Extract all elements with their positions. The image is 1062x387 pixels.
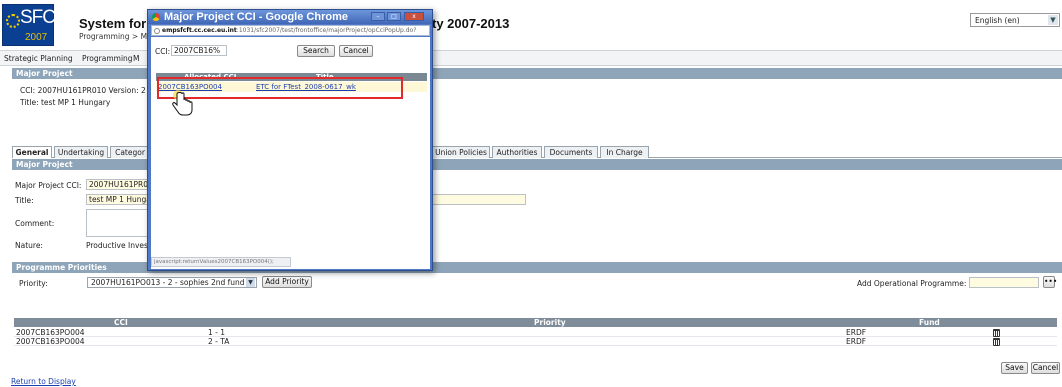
row-fund: ERDF <box>846 328 867 337</box>
priority-select[interactable]: 2007HU161PO013 - 2 - sophies 2nd fund ▼ <box>87 277 257 288</box>
column-header-cci: CCI <box>114 318 128 327</box>
logo-text: SFC <box>20 7 56 28</box>
row-cci: 2007CB163PO004 <box>16 328 85 337</box>
row-priority: 2 - TA <box>208 337 230 346</box>
title-field[interactable]: test MP 1 Hunga <box>86 194 150 205</box>
cancel-button[interactable]: Cancel <box>1031 362 1060 374</box>
language-value: English (en) <box>975 16 1020 25</box>
tab-in-charge[interactable]: In Charge <box>600 146 649 158</box>
priority-select-value: 2007HU161PO013 - 2 - sophies 2nd fund <box>91 278 245 287</box>
sfc-logo: SFC 2007 <box>2 4 56 46</box>
url-path: :1031/sfc2007/test/frontoffice/majorProj… <box>236 27 417 34</box>
eu-stars-icon <box>6 14 20 28</box>
tab-union-policies[interactable]: Union Policies <box>432 146 490 158</box>
popup-address-bar[interactable]: empsfcft.cc.cec.eu.int:1031/sfc2007/test… <box>151 25 430 36</box>
delete-icon[interactable] <box>993 329 1000 337</box>
project-cci-info: CCI: 2007HU161PR010 Version: 2 <box>20 86 146 95</box>
popup-titlebar[interactable]: Major Project CCI - Google Chrome – □ x <box>148 10 432 24</box>
menu-item-strategic-planning[interactable]: Strategic Planning <box>4 54 73 63</box>
table-row: 2007CB163PO004 1 - 1 ERDF <box>14 328 1057 337</box>
popup-body: CCI: 2007CB16% Search Cancel Allocated C… <box>151 37 430 269</box>
row-fund: ERDF <box>846 337 867 346</box>
table-row: 2007CB163PO004 2 - TA ERDF <box>14 337 1057 346</box>
table-header: CCI Priority Fund <box>14 318 1057 327</box>
title-label: Title: <box>15 196 34 205</box>
url-host: empsfcft.cc.cec.eu.int <box>162 27 237 34</box>
tab-documents[interactable]: Documents <box>544 146 598 158</box>
cci-label: Major Project CCI: <box>15 181 82 190</box>
add-priority-button[interactable]: Add Priority <box>262 276 312 288</box>
cci-popup-window: Major Project CCI - Google Chrome – □ x … <box>147 9 433 271</box>
lookup-ellipsis-button[interactable]: ••• <box>1043 276 1057 288</box>
menu-item-programming[interactable]: Programming <box>82 54 133 63</box>
maximize-icon[interactable]: □ <box>387 12 401 21</box>
popup-cancel-button[interactable]: Cancel <box>339 45 373 57</box>
nature-label: Nature: <box>15 241 43 250</box>
chevron-down-icon[interactable]: ▼ <box>246 278 255 287</box>
chevron-down-icon[interactable]: ▼ <box>1048 15 1058 25</box>
cci-field[interactable]: 2007HU161PR010 <box>86 179 150 190</box>
comment-textarea[interactable] <box>86 209 150 237</box>
close-icon[interactable]: x <box>404 12 424 21</box>
language-select[interactable]: English (en) ▼ <box>970 13 1060 27</box>
comment-label: Comment: <box>15 219 55 228</box>
return-to-display-link[interactable]: Return to Display <box>11 377 76 386</box>
popup-search-button[interactable]: Search <box>297 45 335 57</box>
tab-authorities[interactable]: Authorities <box>492 146 542 158</box>
tab-categories[interactable]: Categor <box>110 146 150 158</box>
menu-item-more[interactable]: M <box>133 54 139 63</box>
chrome-icon <box>152 13 160 21</box>
popup-cci-input[interactable]: 2007CB16% <box>171 45 227 56</box>
hand-cursor-icon <box>172 90 193 116</box>
save-button[interactable]: Save <box>1001 362 1028 374</box>
minimize-icon[interactable]: – <box>371 12 385 21</box>
tab-general[interactable]: General <box>12 146 52 158</box>
column-header-fund: Fund <box>919 318 940 327</box>
project-title-info: Title: test MP 1 Hungary <box>20 98 111 107</box>
tab-undertaking[interactable]: Undertaking <box>54 146 108 158</box>
popup-status-bar: javascript:returnValues2007CB163PO004(); <box>151 257 291 267</box>
column-header-priority: Priority <box>534 318 566 327</box>
site-info-icon <box>154 28 160 34</box>
breadcrumb[interactable]: Programming > Ma <box>79 32 152 41</box>
row-cci: 2007CB163PO004 <box>16 337 85 346</box>
add-op-label: Add Operational Programme: <box>857 279 967 288</box>
title-field-extension[interactable] <box>432 194 526 205</box>
app-title-continued: ty 2007-2013 <box>432 16 510 31</box>
nature-value: Productive Invest <box>86 241 151 250</box>
popup-cci-label: CCI: <box>155 47 171 56</box>
row-priority: 1 - 1 <box>208 328 226 337</box>
app-title: System for <box>79 16 147 31</box>
logo-year: 2007 <box>25 32 48 43</box>
popup-title: Major Project CCI - Google Chrome <box>164 11 348 23</box>
add-op-field[interactable] <box>969 277 1039 288</box>
priority-label: Priority: <box>19 279 48 288</box>
delete-icon[interactable] <box>993 338 1000 346</box>
